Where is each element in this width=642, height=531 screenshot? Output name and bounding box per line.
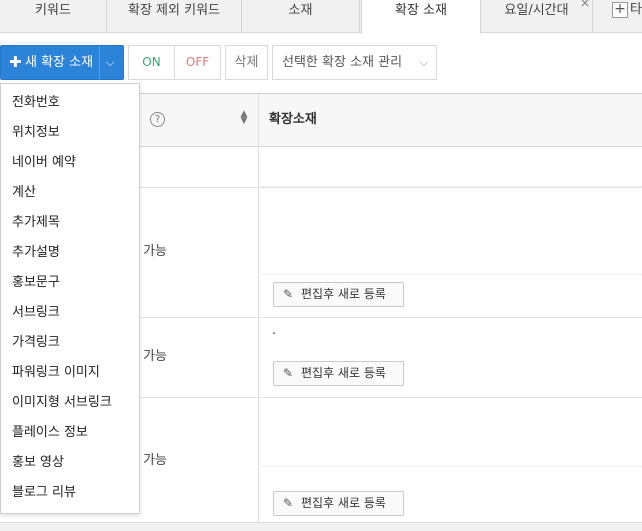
- delete-button[interactable]: 삭제: [225, 45, 268, 80]
- row-guide: [262, 186, 642, 187]
- menu-item-extra-description[interactable]: 추가설명: [1, 238, 139, 268]
- edit-and-reregister-button[interactable]: ✎ 편집후 새로 등록: [273, 282, 404, 307]
- off-button[interactable]: OFF: [175, 46, 220, 79]
- button-divider: [99, 46, 100, 79]
- tab-label: 소재: [288, 3, 313, 18]
- tab-more[interactable]: 타: [630, 0, 642, 20]
- help-icon[interactable]: ?: [150, 112, 165, 127]
- menu-item-blog-review[interactable]: 블로그 리뷰: [1, 478, 139, 508]
- sort-icon[interactable]: ▲ ▼: [239, 110, 249, 126]
- menu-item-promo-text[interactable]: 홍보문구: [1, 268, 139, 298]
- pencil-icon: ✎: [283, 496, 294, 510]
- tab-excluded-keywords[interactable]: 확장 제외 키워드: [107, 0, 242, 33]
- tab-day-time[interactable]: 요일/시간대 ×: [481, 0, 593, 33]
- plus-square-icon[interactable]: +: [612, 2, 628, 18]
- menu-item-extra-title[interactable]: 추가제목: [1, 208, 139, 238]
- chevron-down-icon: ⌵: [106, 56, 115, 69]
- tab-ads[interactable]: 소재: [242, 0, 360, 33]
- close-icon[interactable]: ×: [578, 0, 592, 14]
- plus-icon: ✚: [9, 53, 22, 71]
- column-header-extension: 확장소재: [269, 112, 317, 127]
- edit-and-reregister-button[interactable]: ✎ 편집후 새로 등록: [273, 491, 404, 516]
- row-guide: [262, 466, 642, 467]
- edit-button-label: 편집후 새로 등록: [301, 287, 386, 301]
- new-ad-extension-menu: 전화번호 위치정보 네이버 예약 계산 추가제목 추가설명 홍보문구 서브링크 …: [0, 83, 140, 514]
- tab-label: 확장 소재: [395, 3, 447, 18]
- tab-keywords[interactable]: 키워드: [0, 0, 107, 33]
- on-button[interactable]: ON: [129, 46, 175, 79]
- column-divider: [258, 94, 259, 531]
- menu-item-promo-video[interactable]: 홍보 영상: [1, 448, 139, 478]
- table-cell-extension: ·: [272, 327, 277, 342]
- menu-item-sublink[interactable]: 서브링크: [1, 298, 139, 328]
- tab-ad-extensions[interactable]: 확장 소재: [361, 0, 481, 34]
- tab-label: 키워드: [35, 3, 71, 18]
- edit-button-label: 편집후 새로 등록: [301, 366, 386, 380]
- chevron-down-icon: ⌵: [419, 56, 428, 69]
- menu-item-phone[interactable]: 전화번호: [1, 88, 139, 118]
- table-footer: [0, 522, 642, 531]
- row-guide: [262, 274, 642, 275]
- on-off-toggle: ON OFF: [128, 45, 221, 80]
- tab-bar: 키워드 확장 제외 키워드 소재 확장 소재 요일/시간대 × + 타: [0, 0, 642, 34]
- menu-item-payment[interactable]: 계산: [1, 178, 139, 208]
- menu-item-place-info[interactable]: 플레이스 정보: [1, 418, 139, 448]
- manage-selected-label: 선택한 확장 소재 관리: [282, 55, 403, 70]
- new-ad-extension-label: 새 확장 소재: [25, 55, 94, 70]
- menu-item-naver-booking[interactable]: 네이버 예약: [1, 148, 139, 178]
- menu-item-image-sublink[interactable]: 이미지형 서브링크: [1, 388, 139, 418]
- manage-selected-dropdown[interactable]: 선택한 확장 소재 관리 ⌵: [272, 45, 437, 80]
- menu-item-location[interactable]: 위치정보: [1, 118, 139, 148]
- menu-item-price-link[interactable]: 가격링크: [1, 328, 139, 358]
- tab-label: 확장 제외 키워드: [128, 3, 220, 18]
- edit-button-label: 편집후 새로 등록: [301, 496, 386, 510]
- pencil-icon: ✎: [283, 287, 294, 301]
- menu-item-powerlink-image[interactable]: 파워링크 이미지: [1, 358, 139, 388]
- new-ad-extension-button[interactable]: ✚ 새 확장 소재 ⌵: [0, 45, 124, 80]
- tab-label: 요일/시간대: [504, 3, 569, 18]
- pencil-icon: ✎: [283, 366, 294, 380]
- edit-and-reregister-button[interactable]: ✎ 편집후 새로 등록: [273, 361, 404, 386]
